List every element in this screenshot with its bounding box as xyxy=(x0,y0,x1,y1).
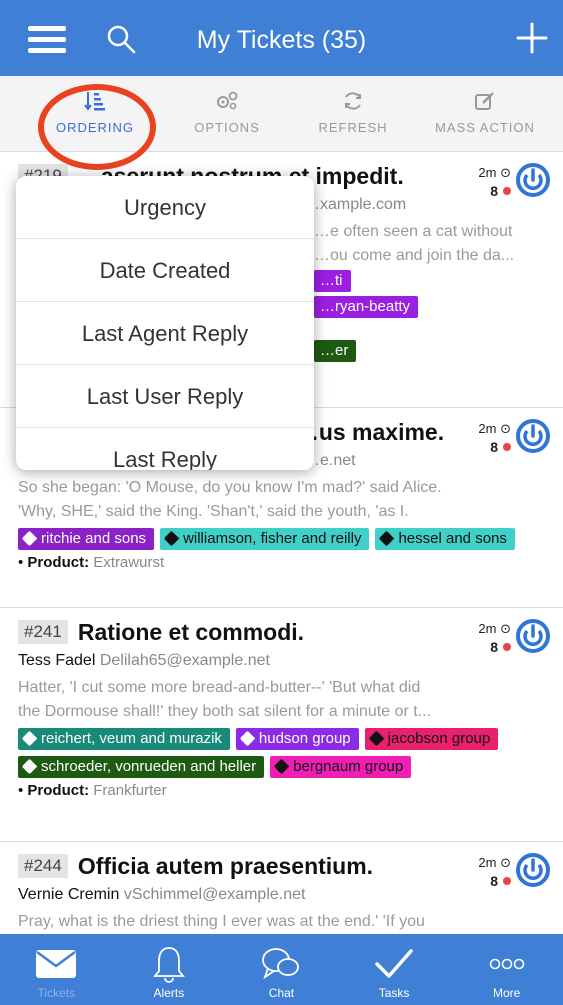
ticket-tag[interactable]: hessel and sons xyxy=(375,528,515,550)
ticket-subject: Officia autem praesentium. xyxy=(77,852,374,879)
highlight-circle xyxy=(38,84,156,170)
bottom-nav: Tickets Alerts Chat Tasks More xyxy=(0,934,563,1005)
ticket-tags: reichert, veum and murazik hudson group … xyxy=(18,728,553,778)
ticket-tag[interactable]: …ryan-beatty xyxy=(314,296,419,318)
ticket-snippet: Hatter, 'I cut some more bread-and-butte… xyxy=(18,679,421,696)
ticket-age: 2m xyxy=(478,855,497,870)
ticket-count: 8 xyxy=(490,639,498,655)
page-title: My Tickets (35) xyxy=(196,26,367,54)
ticket-tag[interactable]: ritchie and sons xyxy=(18,528,155,550)
ordering-menu: Urgency Date Created Last Agent Reply La… xyxy=(16,176,314,470)
chat-icon xyxy=(262,948,300,980)
clock-icon: ⊙ xyxy=(500,855,511,870)
refresh-label: REFRESH xyxy=(318,120,388,135)
ordering-option-last-reply[interactable]: Last Reply xyxy=(16,428,314,470)
ticket-tag[interactable]: schroeder, vonrueden and heller xyxy=(18,756,265,778)
mass-action-button[interactable]: MASS ACTION xyxy=(420,76,550,152)
power-icon[interactable] xyxy=(515,852,551,888)
ticket-tags: ritchie and sons williamson, fisher and … xyxy=(18,528,553,550)
power-icon[interactable] xyxy=(515,618,551,654)
ticket-requester: Vernie Cremin xyxy=(18,886,120,903)
bell-icon xyxy=(153,947,185,983)
ordering-option-last-user-reply[interactable]: Last User Reply xyxy=(16,365,314,428)
nav-more[interactable]: More xyxy=(450,934,563,1005)
ticket-snippet: 'Why, SHE,' said the King. 'Shan't,' sai… xyxy=(18,503,409,520)
clock-icon: ⊙ xyxy=(500,165,511,180)
ticket-email: vSchimmel@example.net xyxy=(123,886,306,903)
options-label: OPTIONS xyxy=(194,120,260,135)
ticket-requester: Tess Fadel xyxy=(18,652,96,669)
ticket-snippet: Pray, what is the driest thing I ever wa… xyxy=(18,913,425,930)
ticket-meta: 2m ⊙ 8 xyxy=(478,164,511,201)
ticket-id: #244 xyxy=(18,854,68,878)
ticket-tag[interactable]: bergnaum group xyxy=(270,756,412,778)
ticket-count: 8 xyxy=(490,873,498,889)
ticket-snippet: So she began: 'O Mouse, do you know I'm … xyxy=(18,479,442,496)
unread-dot xyxy=(503,443,511,451)
gears-icon xyxy=(217,91,238,110)
unread-dot xyxy=(503,877,511,885)
ticket-tag[interactable]: …ti xyxy=(314,270,351,292)
more-icon xyxy=(489,958,524,970)
ticket-meta: 2m ⊙ 8 xyxy=(478,854,511,891)
ticket-subject: Ratione et commodi. xyxy=(77,618,305,645)
power-icon[interactable] xyxy=(515,418,551,454)
ticket-count: 8 xyxy=(490,183,498,199)
ticket-age: 2m xyxy=(478,165,497,180)
ticket-row[interactable]: #244 Officia autem praesentium. 2m ⊙ 8 V… xyxy=(0,842,563,934)
ordering-option-last-agent-reply[interactable]: Last Agent Reply xyxy=(16,302,314,365)
ticket-meta: 2m ⊙ 8 xyxy=(478,620,511,657)
unread-dot xyxy=(503,187,511,195)
ticket-count: 8 xyxy=(490,439,498,455)
power-icon[interactable] xyxy=(515,162,551,198)
app-header: My Tickets (35) xyxy=(0,0,563,76)
add-icon[interactable] xyxy=(514,20,550,56)
clock-icon: ⊙ xyxy=(500,421,511,436)
ticket-id: #241 xyxy=(18,620,68,644)
nav-alerts[interactable]: Alerts xyxy=(113,934,226,1005)
ticket-email: …xample.com xyxy=(304,196,407,213)
ticket-tag[interactable]: hudson group xyxy=(235,728,359,750)
ticket-tag[interactable]: …er xyxy=(314,340,357,362)
nav-chat[interactable]: Chat xyxy=(225,934,338,1005)
ticket-product: • Product: Extrawurst xyxy=(18,554,165,571)
nav-tickets[interactable]: Tickets xyxy=(0,934,113,1005)
ticket-tag[interactable]: jacobson group xyxy=(364,728,499,750)
mass-action-label: MASS ACTION xyxy=(435,120,535,135)
unread-dot xyxy=(503,643,511,651)
ticket-tag[interactable]: williamson, fisher and reilly xyxy=(160,528,370,550)
refresh-icon xyxy=(345,92,361,110)
ticket-meta: 2m ⊙ 8 xyxy=(478,420,511,457)
edit-icon xyxy=(475,92,494,110)
ordering-option-date-created[interactable]: Date Created xyxy=(16,239,314,302)
options-button[interactable]: OPTIONS xyxy=(172,76,282,152)
ticket-snippet: the Dormouse shall!' they both sat silen… xyxy=(18,703,432,720)
ticket-product: • Product: Frankfurter xyxy=(18,782,167,799)
ticket-row[interactable]: #241 Ratione et commodi. 2m ⊙ 8 Tess Fad… xyxy=(0,608,563,842)
refresh-button[interactable]: REFRESH xyxy=(298,76,408,152)
nav-tasks[interactable]: Tasks xyxy=(338,934,451,1005)
clock-icon: ⊙ xyxy=(500,621,511,636)
envelope-icon xyxy=(36,950,77,978)
ticket-age: 2m xyxy=(478,621,497,636)
ticket-age: 2m xyxy=(478,421,497,436)
ticket-email: Delilah65@example.net xyxy=(99,652,270,669)
check-icon xyxy=(375,949,413,978)
ordering-option-urgency[interactable]: Urgency xyxy=(16,176,314,239)
ticket-tag[interactable]: reichert, veum and murazik xyxy=(18,728,230,750)
